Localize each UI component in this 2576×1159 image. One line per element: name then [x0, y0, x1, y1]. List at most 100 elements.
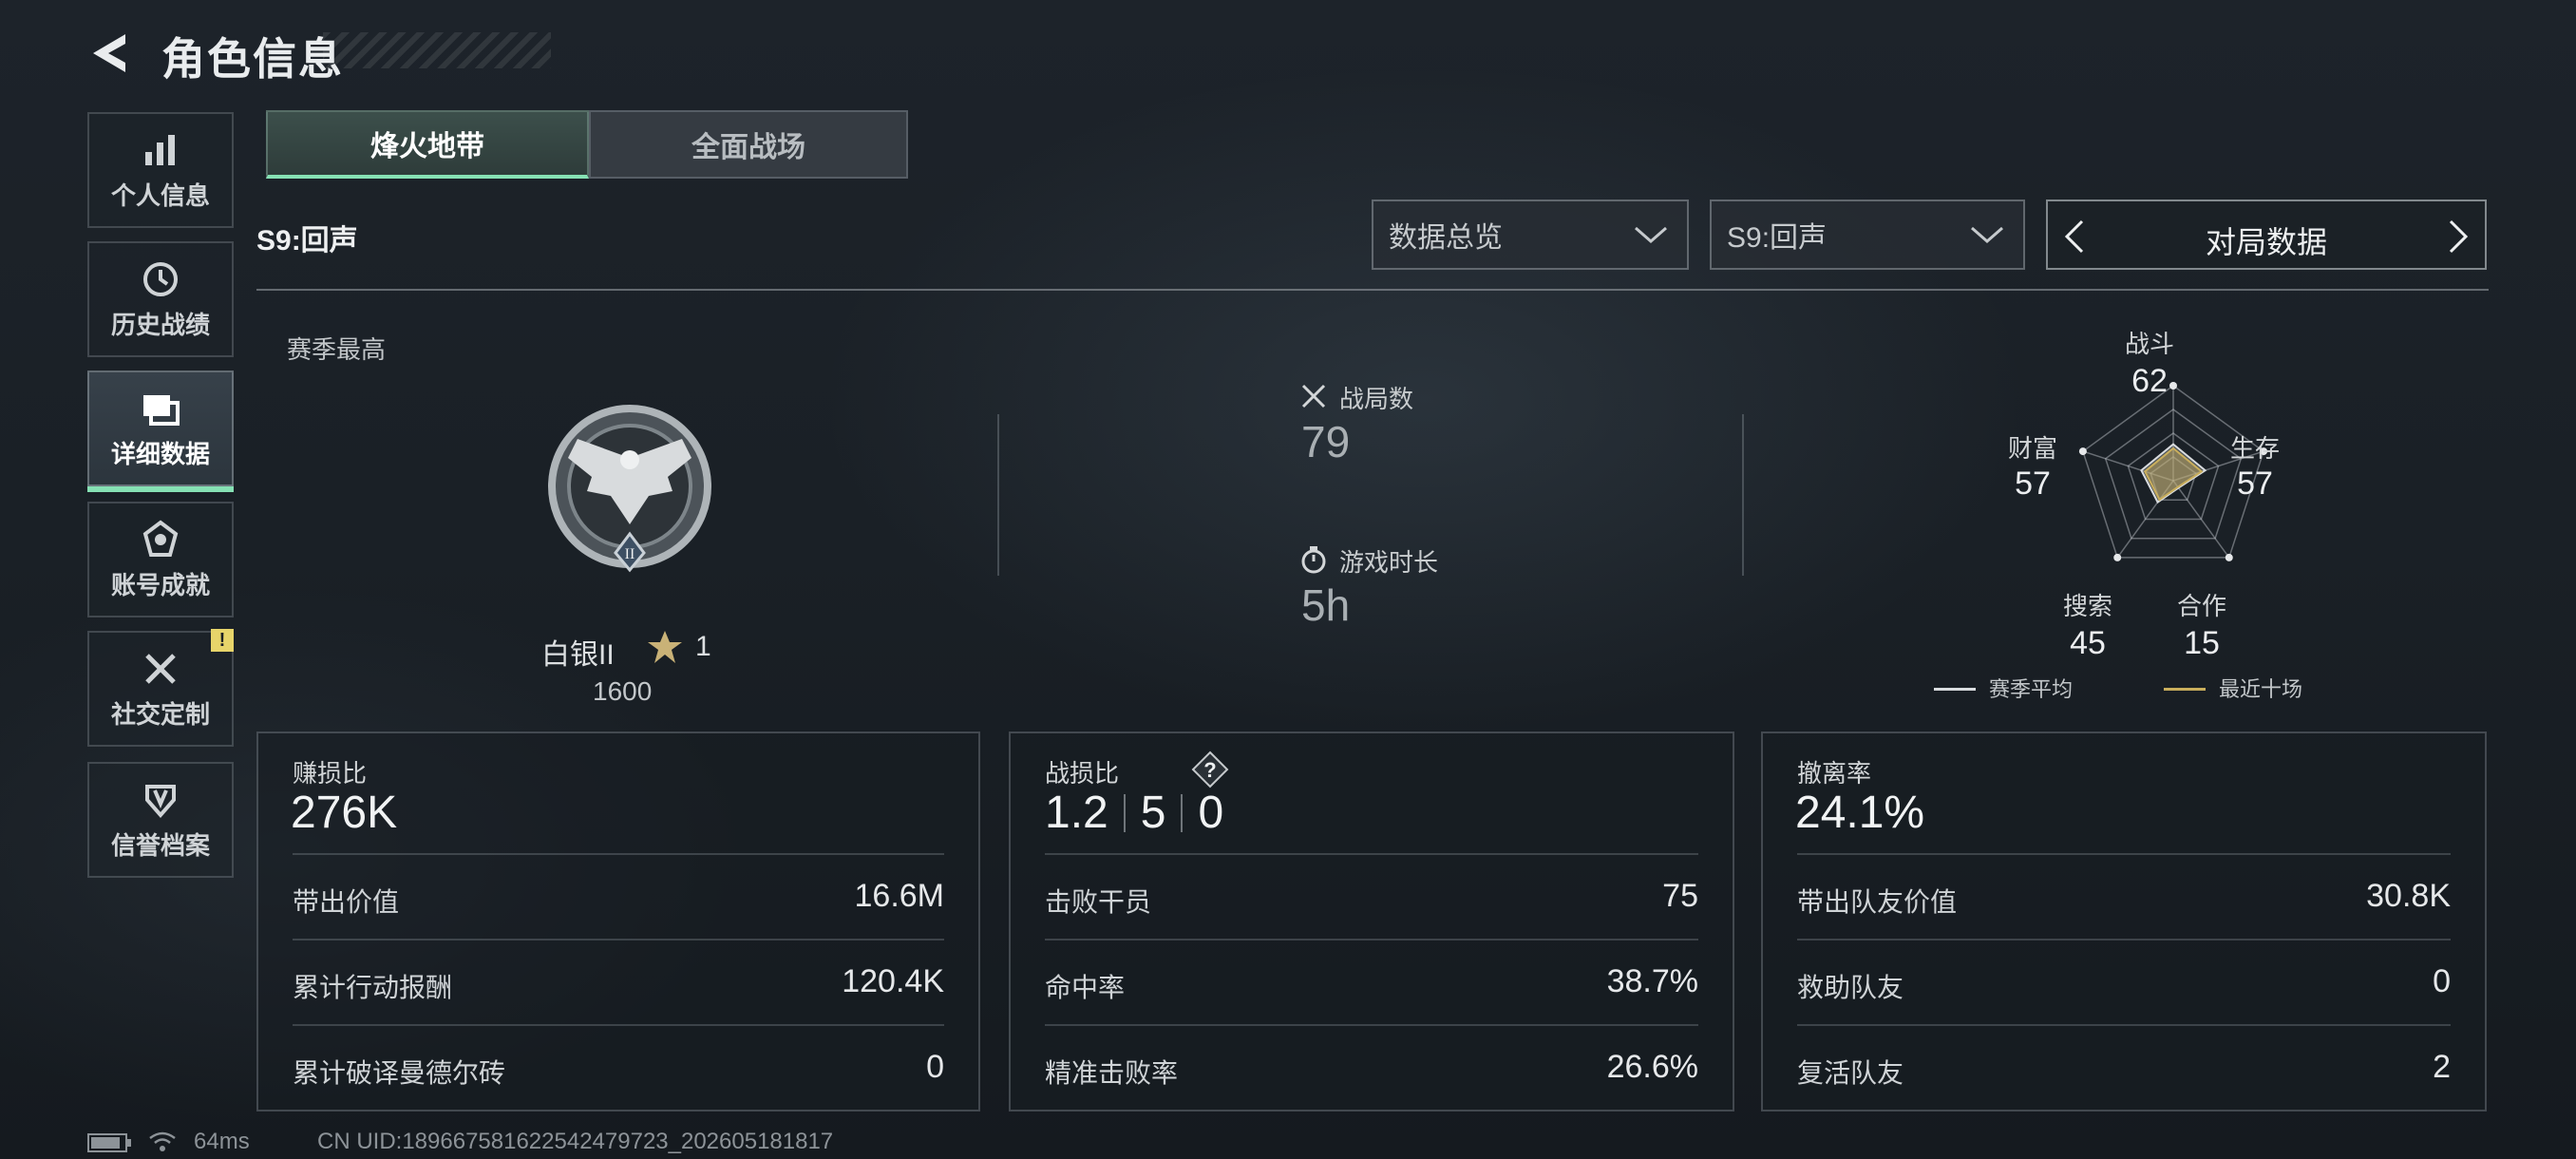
kd-separator — [1123, 793, 1126, 832]
stat-row: 救助队友 0 — [1797, 939, 2451, 1026]
sidebar-item-personal-info[interactable]: 个人信息 — [87, 112, 234, 228]
stat-row-label: 累计破译曼德尔砖 — [293, 1058, 506, 1088]
season-dropdown[interactable]: S9:回声 — [1710, 200, 2025, 270]
stat-row-value: 120.4K — [842, 963, 944, 999]
chevron-down-icon — [1971, 226, 2003, 243]
sidebar-item-detailed-data[interactable]: 详细数据 — [87, 370, 234, 492]
radar-axis-label: 合作 — [2176, 592, 2226, 620]
history-clock-icon — [143, 261, 178, 296]
matches-label: 战局数 — [1339, 385, 1414, 413]
data-type-selector: 对局数据 — [2046, 200, 2487, 270]
stat-row-label: 累计行动报酬 — [293, 973, 453, 1002]
stat-row-label: 命中率 — [1045, 973, 1126, 1002]
stat-row: 精准击败率 26.6% — [1045, 1024, 1698, 1112]
stat-row-label: 精准击败率 — [1045, 1058, 1179, 1088]
stat-row: 命中率 38.7% — [1045, 939, 1698, 1026]
panel-label: 赚损比 — [293, 759, 368, 788]
sidebar-item-label: 个人信息 — [110, 180, 210, 210]
stat-row: 带出队友价值 30.8K — [1797, 853, 2451, 940]
legend-recent-ten: 最近十场 — [2219, 677, 2303, 701]
sidebar-item-history[interactable]: 历史战绩 — [87, 241, 234, 357]
bar-chart-icon — [145, 134, 175, 165]
season-label: S9:回声 — [256, 225, 358, 256]
achievement-medal-icon — [142, 520, 179, 557]
panel-value: 24.1% — [1795, 788, 1925, 838]
stat-row: 累计破译曼德尔砖 0 — [293, 1024, 944, 1112]
stat-row: 击败干员 75 — [1045, 853, 1698, 940]
chevron-down-icon — [1635, 226, 1667, 243]
stat-row-value: 30.8K — [2366, 878, 2451, 914]
user-uid: CN UID:18966758162254247972​3_2026051818… — [317, 1129, 834, 1154]
stat-row-label: 带出价值 — [293, 887, 400, 917]
playtime-label: 游戏时长 — [1339, 548, 1439, 577]
rank-eagle-badge-icon: II — [548, 405, 711, 573]
kd-kills: 5 — [1140, 788, 1166, 838]
sidebar-item-achievements[interactable]: 账号成就 — [87, 502, 234, 618]
svg-text:II: II — [625, 546, 635, 562]
radar-axis-label: 财富 — [2007, 434, 2057, 463]
stat-row-value: 0 — [2433, 963, 2451, 999]
vertical-divider — [1742, 414, 1744, 576]
view-dropdown[interactable]: 数据总览 — [1372, 200, 1689, 270]
stat-row-label: 带出队友价值 — [1797, 887, 1958, 917]
svg-text:?: ? — [1203, 758, 1216, 782]
page-title: 角色信息 — [161, 34, 344, 84]
rank-stars-count: 1 — [695, 631, 711, 662]
sidebar-item-label: 历史战绩 — [110, 310, 210, 339]
notification-badge: ! — [211, 629, 234, 652]
kd-deaths: 0 — [1198, 788, 1224, 838]
matches-value: 79 — [1301, 417, 1351, 466]
rank-score: 1600 — [593, 676, 653, 706]
sidebar-item-label: 社交定制 — [110, 699, 210, 729]
reputation-shield-icon — [145, 784, 176, 818]
crossed-swords-icon — [1301, 384, 1326, 408]
panel-label: 撤离率 — [1797, 759, 1872, 788]
season-best-label: 赛季最高 — [287, 335, 387, 364]
radar-axis-label: 战斗 — [2124, 330, 2174, 358]
stat-row-value: 38.7% — [1606, 963, 1698, 999]
kd-ratio: 1.2 — [1045, 788, 1108, 838]
radar-axis-label: 生存 — [2229, 434, 2280, 463]
dropdown-value: 数据总览 — [1389, 222, 1503, 254]
section-divider — [256, 289, 2489, 291]
wifi-icon — [149, 1131, 176, 1151]
vertical-divider — [997, 414, 999, 576]
radar-axis-dot — [2225, 553, 2233, 561]
tab-full-battlefield[interactable]: 全面战场 — [589, 110, 908, 179]
stat-row-label: 复活队友 — [1797, 1058, 1904, 1088]
stat-row: 复活队友 2 — [1797, 1024, 2451, 1112]
data-type-value: 对局数据 — [2205, 225, 2327, 259]
kd-separator — [1181, 793, 1184, 832]
stat-row-value: 2 — [2433, 1049, 2451, 1085]
stat-row-label: 救助队友 — [1797, 973, 1904, 1002]
chevron-right-icon[interactable] — [2447, 218, 2470, 255]
radar-axis-dot — [2113, 553, 2122, 561]
radar-axis-value: 57 — [2015, 466, 2051, 502]
radar-axis-label: 搜索 — [2062, 592, 2112, 620]
profit-ratio-panel: 赚损比 276K 带出价值 16.6M 累计行动报酬 120.4K 累计破译曼德… — [256, 732, 980, 1112]
sidebar-item-label: 信誉档案 — [110, 830, 210, 860]
stacked-cards-icon — [143, 394, 180, 426]
stat-row-value: 0 — [926, 1049, 944, 1085]
tools-icon — [145, 653, 176, 684]
sidebar-item-reputation[interactable]: 信誉档案 — [87, 762, 234, 878]
dropdown-value: S9:回声 — [1727, 222, 1828, 254]
legend-season-avg: 赛季平均 — [1989, 677, 2074, 701]
rank-name: 白银II — [541, 639, 615, 671]
tab-warzone-extraction[interactable]: 烽火地带 — [266, 110, 589, 179]
stat-row-label: 击败干员 — [1045, 887, 1152, 917]
radar-axis-value: 15 — [2184, 625, 2220, 661]
radar-axis-dot — [2078, 447, 2087, 456]
stat-row: 带出价值 16.6M — [293, 853, 944, 940]
stat-row-value: 75 — [1662, 878, 1698, 914]
stat-row: 累计行动报酬 120.4K — [293, 939, 944, 1026]
radar-axis-value: 62 — [2131, 363, 2168, 399]
ability-radar-chart: 战斗 62 生存 57 合作 15 搜索 45 财富 57 — [1995, 323, 2375, 661]
extraction-rate-panel: 撤离率 24.1% 带出队友价值 30.8K 救助队友 0 复活队友 2 — [1761, 732, 2487, 1112]
panel-value: 276K — [291, 788, 398, 838]
back-arrow-icon[interactable] — [87, 30, 133, 76]
sidebar-item-label: 详细数据 — [110, 439, 210, 468]
help-question-icon[interactable]: ? — [1191, 750, 1229, 788]
stopwatch-icon — [1301, 546, 1326, 574]
combat-ratio-panel: 战损比 ? 1.2 5 0 击败干员 75 命中率 38.7% 精准击败率 26… — [1009, 732, 1734, 1112]
